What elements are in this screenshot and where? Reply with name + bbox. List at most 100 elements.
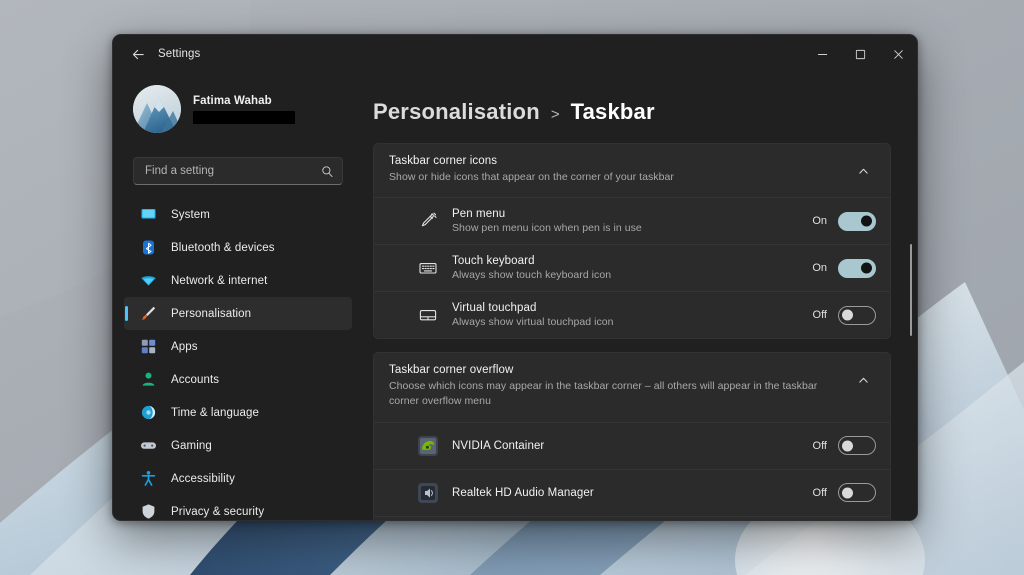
settings-window: Settings xyxy=(112,34,918,521)
toggle-switch[interactable] xyxy=(838,259,876,278)
toggle-switch[interactable] xyxy=(838,483,876,502)
breadcrumb-root[interactable]: Personalisation xyxy=(373,99,540,125)
minimize-button[interactable] xyxy=(803,35,841,73)
search-icon xyxy=(321,165,334,178)
sidebar-item-accessibility[interactable]: Accessibility xyxy=(124,462,352,495)
section-header-text: Taskbar corner overflow Choose which ico… xyxy=(389,364,840,409)
clock-globe-icon xyxy=(140,404,157,421)
setting-row-text: Virtual touchpad Always show virtual tou… xyxy=(452,302,810,328)
sidebar-item-network-internet[interactable]: Network & internet xyxy=(124,264,352,297)
app-title: Settings xyxy=(158,48,200,60)
main-scroll-area: Personalisation > Taskbar Taskbar corner… xyxy=(363,73,917,520)
section-title: Taskbar corner overflow xyxy=(389,364,840,376)
paintbrush-icon xyxy=(140,305,157,322)
window-titlebar: Settings xyxy=(113,35,917,73)
wifi-icon xyxy=(140,272,157,289)
sidebar-nav: System Bluetooth & devices Network & int… xyxy=(124,198,352,520)
sidebar-item-gaming[interactable]: Gaming xyxy=(124,429,352,462)
maximize-icon xyxy=(855,49,866,60)
sidebar-item-label: Bluetooth & devices xyxy=(171,242,275,254)
setting-row-nvidia-container[interactable]: NVIDIA Container Off xyxy=(374,422,890,469)
avatar-mountain-image xyxy=(133,85,181,133)
toggle-state-label: Off xyxy=(810,440,827,452)
scrollbar-thumb[interactable] xyxy=(910,244,912,336)
sidebar-item-bluetooth-devices[interactable]: Bluetooth & devices xyxy=(124,231,352,264)
back-arrow-icon xyxy=(131,47,146,62)
setting-control: On xyxy=(810,212,876,231)
chevron-up-icon[interactable] xyxy=(850,160,876,182)
sidebar-item-system[interactable]: System xyxy=(124,198,352,231)
setting-row-text: Realtek HD Audio Manager xyxy=(452,487,810,499)
accessibility-icon xyxy=(140,470,157,487)
page-title: Taskbar xyxy=(571,99,655,125)
toggle-switch[interactable] xyxy=(838,212,876,231)
sidebar-item-label: System xyxy=(171,209,210,221)
scrollbar[interactable] xyxy=(908,73,914,520)
setting-subtitle: Show pen menu icon when pen is in use xyxy=(452,222,810,234)
sidebar: Fatima Wahab xyxy=(113,73,363,520)
section-subtitle: Show or hide icons that appear on the co… xyxy=(389,170,840,185)
gamepad-icon xyxy=(140,437,157,454)
search-input[interactable] xyxy=(145,165,321,177)
sidebar-item-label: Apps xyxy=(171,341,198,353)
bluetooth-icon xyxy=(140,239,157,256)
search-box[interactable] xyxy=(133,157,343,185)
window-body: Fatima Wahab xyxy=(113,73,917,520)
section-header[interactable]: Taskbar corner overflow Choose which ico… xyxy=(374,353,890,421)
touchpad-icon xyxy=(418,305,438,325)
realtek-app-icon xyxy=(418,483,438,503)
section-taskbar-corner-icons: Taskbar corner icons Show or hide icons … xyxy=(373,143,891,339)
section-title: Taskbar corner icons xyxy=(389,155,840,167)
setting-title: Pen menu xyxy=(452,208,810,220)
setting-title: Touch keyboard xyxy=(452,255,810,267)
maximize-button[interactable] xyxy=(841,35,879,73)
chevron-up-icon[interactable] xyxy=(850,369,876,391)
setting-control: Off xyxy=(810,436,876,455)
account-text: Fatima Wahab xyxy=(193,95,295,124)
setting-row-virtual-touchpad[interactable]: Virtual touchpad Always show virtual tou… xyxy=(374,291,890,338)
setting-control: Off xyxy=(810,306,876,325)
sidebar-item-apps[interactable]: Apps xyxy=(124,330,352,363)
sidebar-item-time-language[interactable]: Time & language xyxy=(124,396,352,429)
section-header[interactable]: Taskbar corner icons Show or hide icons … xyxy=(374,144,890,197)
setting-row-mcafee[interactable]: McAfee Off xyxy=(374,516,890,520)
setting-control: Off xyxy=(810,483,876,502)
setting-title: Realtek HD Audio Manager xyxy=(452,487,810,499)
toggle-state-label: On xyxy=(810,262,827,274)
setting-title: NVIDIA Container xyxy=(452,440,810,452)
sidebar-item-personalisation[interactable]: Personalisation xyxy=(124,297,352,330)
toggle-switch[interactable] xyxy=(838,306,876,325)
close-icon xyxy=(893,49,904,60)
setting-row-pen-menu[interactable]: Pen menu Show pen menu icon when pen is … xyxy=(374,197,890,244)
toggle-knob xyxy=(861,263,872,274)
toggle-switch[interactable] xyxy=(838,436,876,455)
keyboard-icon xyxy=(418,258,438,278)
close-button[interactable] xyxy=(879,35,917,73)
account-row[interactable]: Fatima Wahab xyxy=(124,73,352,137)
shield-icon xyxy=(140,503,157,520)
sidebar-item-privacy-security[interactable]: Privacy & security xyxy=(124,495,352,520)
account-email-redacted xyxy=(193,111,295,124)
setting-row-text: NVIDIA Container xyxy=(452,440,810,452)
setting-subtitle: Always show touch keyboard icon xyxy=(452,269,810,281)
setting-title: Virtual touchpad xyxy=(452,302,810,314)
breadcrumb: Personalisation > Taskbar xyxy=(373,73,891,143)
back-button[interactable] xyxy=(123,40,153,68)
toggle-state-label: Off xyxy=(810,487,827,499)
main-content: Personalisation > Taskbar Taskbar corner… xyxy=(363,73,917,520)
minimize-icon xyxy=(817,49,828,60)
section-subtitle: Choose which icons may appear in the tas… xyxy=(389,379,840,409)
toggle-state-label: Off xyxy=(810,309,827,321)
avatar[interactable] xyxy=(133,85,181,133)
toggle-knob xyxy=(842,487,853,498)
toggle-knob xyxy=(861,216,872,227)
setting-row-realtek-hd-audio-manager[interactable]: Realtek HD Audio Manager Off xyxy=(374,469,890,516)
sidebar-item-label: Gaming xyxy=(171,440,212,452)
toggle-state-label: On xyxy=(810,215,827,227)
sidebar-item-label: Privacy & security xyxy=(171,506,264,518)
setting-row-touch-keyboard[interactable]: Touch keyboard Always show touch keyboar… xyxy=(374,244,890,291)
toggle-knob xyxy=(842,440,853,451)
sidebar-item-accounts[interactable]: Accounts xyxy=(124,363,352,396)
pen-icon xyxy=(418,211,438,231)
window-controls xyxy=(803,35,917,73)
